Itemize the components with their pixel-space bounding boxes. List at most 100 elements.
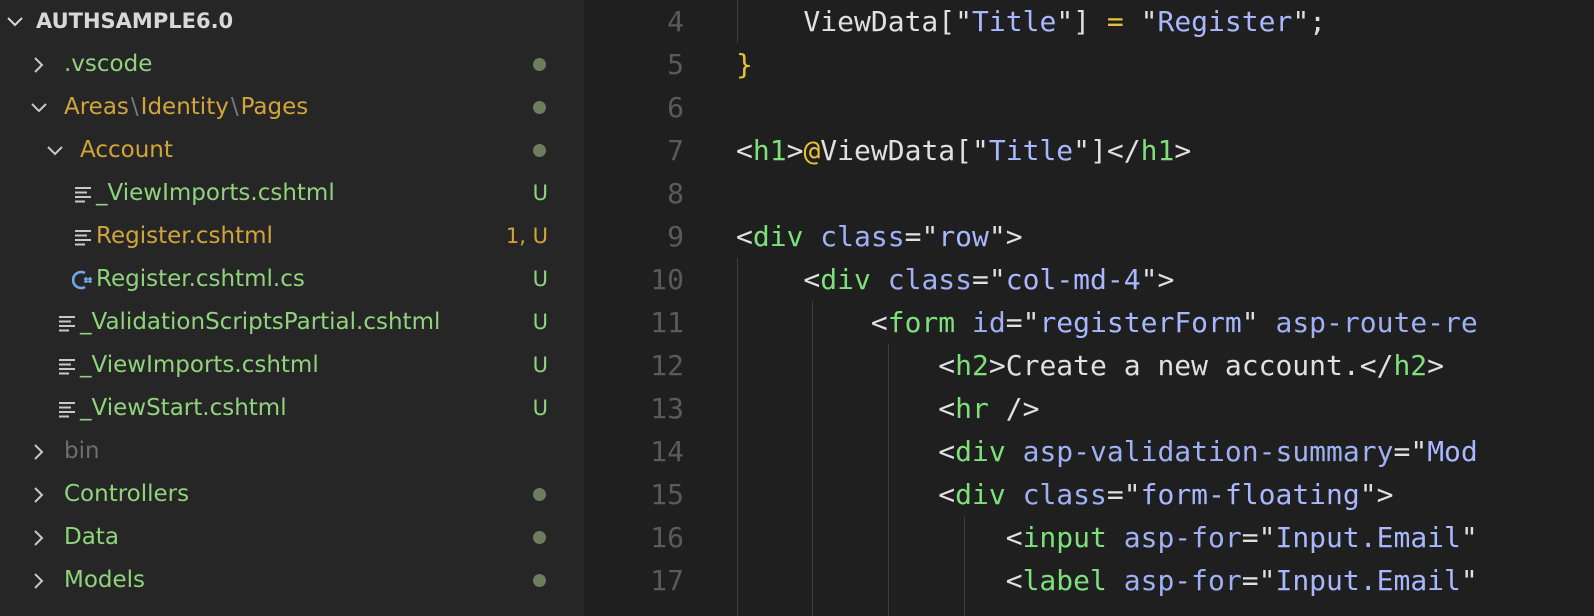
tree-item-label: Controllers (64, 481, 190, 507)
tree-item-label: bin (64, 438, 100, 464)
line-number: 8 (667, 177, 684, 210)
code-token: label (1022, 564, 1107, 597)
path-separator: \ (130, 94, 139, 120)
code-token: Mod (1427, 435, 1478, 468)
file-item[interactable]: Register.cshtml.cs U (0, 258, 584, 301)
code-line[interactable]: 8 (584, 172, 1594, 215)
line-content: } (736, 43, 753, 86)
csharp-file-icon (70, 258, 94, 301)
code-token: form (887, 306, 956, 339)
folder-item[interactable]: Areas\Identity\Pages (0, 86, 584, 129)
code-line[interactable]: 17 <label asp-for="Input.Email" (584, 559, 1594, 602)
code-token: "]</ (1073, 134, 1141, 167)
code-line[interactable]: 13 <hr /> (584, 387, 1594, 430)
code-token: asp-for (1123, 564, 1242, 597)
file-item[interactable]: _ViewImports.cshtml U (0, 172, 584, 215)
code-token: =" (1106, 478, 1141, 511)
code-token: asp-route-re (1275, 306, 1478, 339)
chevron-right-icon[interactable] (30, 430, 48, 473)
line-number: 15 (650, 478, 684, 511)
code-token: input (1022, 521, 1107, 554)
code-token: ViewData[" (820, 134, 989, 167)
code-line[interactable]: 4 ViewData["Title"] = "Register"; (584, 0, 1594, 43)
code-token: } (736, 48, 753, 81)
explorer-panel: AUTHSAMPLE6.0 .vscode Areas\Identity\Pages… (0, 0, 584, 616)
git-status-badge: U (532, 310, 548, 334)
code-token: div (820, 263, 871, 296)
code-token: > (786, 134, 804, 167)
chevron-right-icon[interactable] (30, 43, 48, 86)
code-token: < (736, 220, 753, 253)
folder-item[interactable]: Controllers (0, 473, 584, 516)
code-token: = (1106, 5, 1124, 38)
line-content: <div class="col-md-4"> (736, 258, 1174, 301)
code-line[interactable]: 12 <h2>Create a new account.</h2> (584, 344, 1594, 387)
code-token: div (752, 220, 804, 253)
path-segment[interactable]: Identity (141, 94, 229, 120)
tree-item-label: Areas\Identity\Pages (64, 86, 308, 129)
chevron-right-icon[interactable] (30, 473, 48, 516)
line-content: <hr /> (736, 387, 1039, 430)
tree-item-label: .vscode (64, 51, 153, 77)
code-line[interactable]: 10 <div class="col-md-4"> (584, 258, 1594, 301)
code-line[interactable]: 11 <form id="registerForm" asp-route-re (584, 301, 1594, 344)
chevron-down-icon[interactable] (30, 86, 48, 129)
code-line[interactable]: 7 <h1>@ViewData["Title"]</h1> (584, 129, 1594, 172)
line-number: 12 (650, 349, 684, 382)
code-token: Title (988, 134, 1074, 167)
folder-item[interactable]: .vscode (0, 43, 584, 86)
modified-dot-icon (533, 574, 546, 587)
path-segment[interactable]: Areas (64, 94, 129, 120)
folder-item[interactable]: Account (0, 129, 584, 172)
line-content: ViewData["Title"] = "Register"; (736, 0, 1326, 43)
code-token: " (1241, 306, 1276, 339)
file-item[interactable]: _ViewImports.cshtml U (0, 344, 584, 387)
line-number: 7 (667, 134, 684, 167)
chevron-right-icon[interactable] (30, 559, 48, 602)
code-token: @ (803, 134, 821, 167)
code-token: Input.Email (1275, 521, 1461, 554)
code-line[interactable]: 6 (584, 86, 1594, 129)
chevron-down-icon[interactable] (46, 129, 64, 172)
code-token: > (1427, 349, 1445, 382)
path-separator: \ (230, 94, 239, 120)
folder-item[interactable]: bin (0, 430, 584, 473)
code-line[interactable]: 15 <div class="form-floating"> (584, 473, 1594, 516)
modified-dot-icon (533, 101, 546, 114)
code-token: < (736, 306, 888, 339)
code-token: asp-validation-summary (1022, 435, 1394, 468)
code-editor[interactable]: 4 ViewData["Title"] = "Register"; 5} 6 7 <h1… (584, 0, 1594, 616)
folder-item[interactable]: Data (0, 516, 584, 559)
tree-item-label: _ViewStart.cshtml (80, 395, 287, 421)
code-line[interactable]: 16 <input asp-for="Input.Email" (584, 516, 1594, 559)
code-line[interactable]: 9 <div class="row"> (584, 215, 1594, 258)
tree-item-label: Account (80, 137, 173, 163)
code-token: >Create a new account.</ (988, 349, 1394, 382)
file-item[interactable]: _ValidationScriptsPartial.cshtml U (0, 301, 584, 344)
file-lines-icon (74, 172, 92, 215)
file-item[interactable]: Register.cshtml 1, U (0, 215, 584, 258)
line-number: 14 (650, 435, 684, 468)
line-content: <div class="form-floating"> (736, 473, 1393, 516)
code-line[interactable]: 14 <div asp-validation-summary="Mod (584, 430, 1594, 473)
code-token: Title (972, 5, 1057, 38)
git-status-badge: U (532, 267, 548, 291)
line-number: 5 (667, 48, 684, 81)
path-segment[interactable]: Pages (241, 94, 309, 120)
chevron-right-icon[interactable] (30, 516, 48, 559)
code-token: "> (1140, 263, 1175, 296)
file-item[interactable]: _ViewStart.cshtml U (0, 387, 584, 430)
explorer-root-header[interactable]: AUTHSAMPLE6.0 (0, 0, 584, 43)
line-number: 6 (667, 91, 684, 124)
code-token: < (736, 134, 753, 167)
file-lines-icon (58, 387, 76, 430)
code-line[interactable]: 5} (584, 43, 1594, 86)
chevron-down-icon[interactable] (6, 0, 24, 43)
code-token: < (736, 349, 956, 382)
folder-item[interactable]: Models (0, 559, 584, 602)
git-status-badge: U (532, 353, 548, 377)
code-token: < (736, 478, 956, 511)
